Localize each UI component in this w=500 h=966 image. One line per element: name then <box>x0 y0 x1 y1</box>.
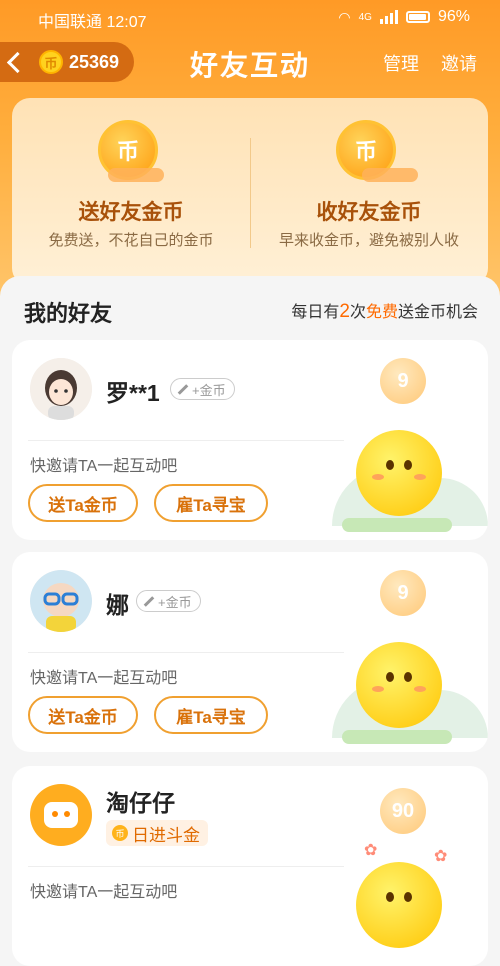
level-badge: 9 <box>380 358 426 404</box>
friend-card[interactable]: 娜 +金币 快邀请TA一起互动吧 送Ta金币 雇Ta寻宝 9 <box>12 552 488 752</box>
friend-name: 娜 <box>106 592 129 618</box>
avatar[interactable] <box>30 358 92 420</box>
invite-link[interactable]: 邀请 <box>441 50 477 76</box>
page-title: 好友互动 <box>189 50 310 81</box>
flower-icon: ✿ <box>364 842 378 859</box>
send-coins-action[interactable]: 币 送好友金币 免费送，不花自己的金币 <box>12 98 250 286</box>
send-coins-button[interactable]: 送Ta金币 <box>28 484 138 522</box>
hire-treasure-button[interactable]: 雇Ta寻宝 <box>154 484 268 522</box>
edit-tag[interactable]: +金币 <box>136 590 201 612</box>
hand-icon <box>108 168 164 182</box>
chick-icon <box>356 642 442 728</box>
friend-card[interactable]: 淘仔仔 币 日进斗金 快邀请TA一起互动吧 90 ✿ ✿ <box>12 766 488 966</box>
divider <box>28 866 344 867</box>
section-title: 我的好友 <box>24 301 113 326</box>
pencil-icon <box>143 595 155 607</box>
battery-icon <box>405 11 430 23</box>
collect-coins-subtitle: 早来收金币，避免被别人收 <box>278 232 459 249</box>
send-coins-title: 送好友金币 <box>78 201 184 224</box>
signal-icon <box>379 10 398 24</box>
chick-mascot-scene <box>312 420 488 540</box>
free-chances-note: 每日有2次免费送金币机会 <box>291 301 478 322</box>
status-badge: 币 日进斗金 <box>106 820 208 846</box>
hand-icon <box>362 168 418 182</box>
coin-actions-card: 币 送好友金币 免费送，不花自己的金币 币 收好友金币 早来收金币，避免被别人收 <box>12 98 488 286</box>
avatar[interactable] <box>30 784 92 846</box>
battery-percent: 96% <box>437 8 470 25</box>
chick-icon <box>356 430 442 516</box>
manage-link[interactable]: 管理 <box>383 50 419 76</box>
friends-panel: 我的好友 每日有2次免费送金币机会 罗**1 +金币 快邀请TA一起互动吧 送T… <box>0 276 500 966</box>
collect-coins-action[interactable]: 币 收好友金币 早来收金币，避免被别人收 <box>250 98 488 286</box>
status-bar: 中国联通 12:07 ◠ 4G 96% <box>0 0 500 34</box>
hire-treasure-button[interactable]: 雇Ta寻宝 <box>154 696 268 734</box>
chick-mascot-scene: ✿ ✿ <box>312 828 488 948</box>
baby-avatar-icon <box>30 570 92 632</box>
send-coins-subtitle: 免费送，不花自己的金币 <box>48 232 214 249</box>
wifi-icon: ◠ <box>338 8 351 25</box>
invite-text: 快邀请TA一起互动吧 <box>30 884 178 901</box>
invite-text: 快邀请TA一起互动吧 <box>30 458 178 475</box>
level-badge: 9 <box>380 570 426 616</box>
pencil-icon <box>177 383 189 395</box>
chick-mascot-scene <box>312 632 488 752</box>
send-coins-button[interactable]: 送Ta金币 <box>28 696 138 734</box>
carrier-time: 中国联通 12:07 <box>38 14 147 31</box>
divider <box>28 440 344 441</box>
friend-name: 罗**1 <box>106 380 160 406</box>
coin-icon: 币 <box>112 825 128 841</box>
chick-icon <box>356 862 442 948</box>
flower-icon: ✿ <box>434 848 448 865</box>
network-type: 4G <box>358 11 372 23</box>
top-nav: 币 25369 好友互动 管理 邀请 <box>0 34 500 90</box>
collect-coins-title: 收好友金币 <box>316 201 422 224</box>
girl-avatar-icon <box>30 358 92 420</box>
friend-name: 淘仔仔 <box>106 790 175 816</box>
divider <box>28 652 344 653</box>
robot-icon <box>44 802 78 828</box>
invite-text: 快邀请TA一起互动吧 <box>30 670 178 687</box>
friend-card[interactable]: 罗**1 +金币 快邀请TA一起互动吧 送Ta金币 雇Ta寻宝 9 <box>12 340 488 540</box>
avatar[interactable] <box>30 570 92 632</box>
edit-tag[interactable]: +金币 <box>170 378 235 400</box>
